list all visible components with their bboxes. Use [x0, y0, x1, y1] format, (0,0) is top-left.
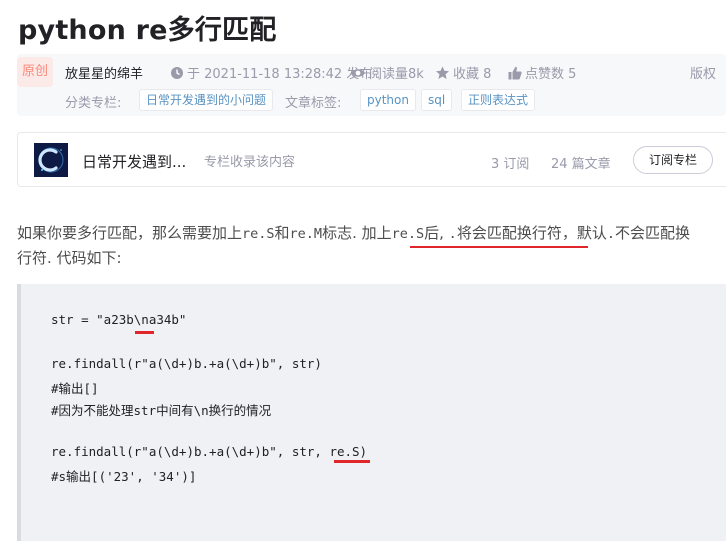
- column-logo-icon: [34, 143, 68, 177]
- code-line: str = "a23b\na34b": [51, 312, 187, 327]
- publish-date: 于 2021-11-18 13:28:42 发布: [170, 63, 372, 82]
- category-tag[interactable]: 日常开发遇到的小问题: [139, 89, 274, 111]
- tag-python[interactable]: python: [360, 89, 416, 111]
- inline-code: re.M: [289, 226, 323, 242]
- article-title: python re多行匹配: [18, 15, 277, 46]
- code-block: str = "a23b\na34b" re.findall(r"a(\d+)b.…: [17, 284, 726, 541]
- paragraph-line-1: 如果你要多行匹配，那么需要加上re.S和re.M标志. 加上re.S后, .将会…: [17, 221, 726, 246]
- subscribe-column-button[interactable]: 订阅专栏: [633, 146, 713, 174]
- code-highlight-underline: [334, 460, 370, 463]
- code-line: re.findall(r"a(\d+)b.+a(\d+)b", str, re.…: [51, 444, 368, 459]
- read-count: 阅读量8k: [350, 63, 424, 82]
- text-segment: 和: [274, 224, 290, 242]
- tags-label: 文章标签:: [285, 96, 342, 111]
- copyright-link[interactable]: 版权: [690, 63, 716, 82]
- column-article-count: 24 篇文章: [551, 157, 611, 172]
- paragraph-line-2: 行符. 代码如下:: [17, 249, 122, 267]
- thumbs-up-icon: [508, 66, 522, 79]
- code-line: #s输出[('23', '34')]: [51, 469, 197, 484]
- inline-code: re.S: [391, 226, 425, 242]
- text-segment: 标志. 加上: [322, 224, 392, 242]
- inline-code: .: [448, 226, 457, 242]
- column-name[interactable]: 日常开发遇到...: [82, 151, 186, 172]
- favorite-count[interactable]: 收藏 8: [435, 63, 491, 82]
- author-link[interactable]: 放星星的绵羊: [65, 63, 143, 82]
- read-count-text: 阅读量8k: [369, 67, 424, 82]
- code-line: re.findall(r"a(\d+)b.+a(\d+)b", str): [51, 356, 322, 371]
- publish-date-text: 于 2021-11-18 13:28:42 发布: [187, 67, 373, 82]
- like-count-text: 点赞数 5: [525, 67, 577, 82]
- category-label: 分类专栏:: [65, 96, 122, 111]
- clock-icon: [171, 66, 183, 79]
- favorite-count-text: 收藏 8: [453, 67, 492, 82]
- text-segment: ，默认: [561, 224, 607, 242]
- inline-code: re.S: [242, 226, 275, 242]
- column-card: 日常开发遇到... 专栏收录该内容 3 订阅 24 篇文章 订阅专栏: [17, 132, 726, 187]
- text-segment: 如果你要多行匹配，那么需要加上: [17, 224, 243, 242]
- star-icon: [436, 66, 449, 79]
- inline-code: .: [606, 226, 615, 242]
- column-subscriptions: 3 订阅: [491, 157, 530, 172]
- code-line: #输出[]: [51, 381, 99, 396]
- like-count[interactable]: 点赞数 5: [508, 63, 576, 82]
- code-line: #因为不能处理str中间有\n换行的情况: [51, 403, 272, 418]
- column-avatar[interactable]: [34, 143, 68, 177]
- code-highlight-underline: [135, 331, 154, 334]
- eye-icon: [351, 68, 365, 77]
- article-paragraph: 如果你要多行匹配，那么需要加上re.S和re.M标志. 加上re.S后, .将会…: [17, 221, 726, 270]
- text-segment: 不会匹配换: [614, 224, 690, 242]
- column-desc: 专栏收录该内容: [204, 155, 296, 170]
- tag-regex[interactable]: 正则表达式: [461, 89, 536, 111]
- original-badge: 原创: [17, 57, 53, 87]
- text-segment: 将会匹配换行符: [456, 224, 562, 242]
- article-meta-bar: 原创 放星星的绵羊 于 2021-11-18 13:28:42 发布 阅读量8k…: [17, 54, 726, 116]
- tag-sql[interactable]: sql: [421, 89, 453, 111]
- highlight-underline: [410, 246, 588, 248]
- text-segment: 后,: [424, 224, 449, 242]
